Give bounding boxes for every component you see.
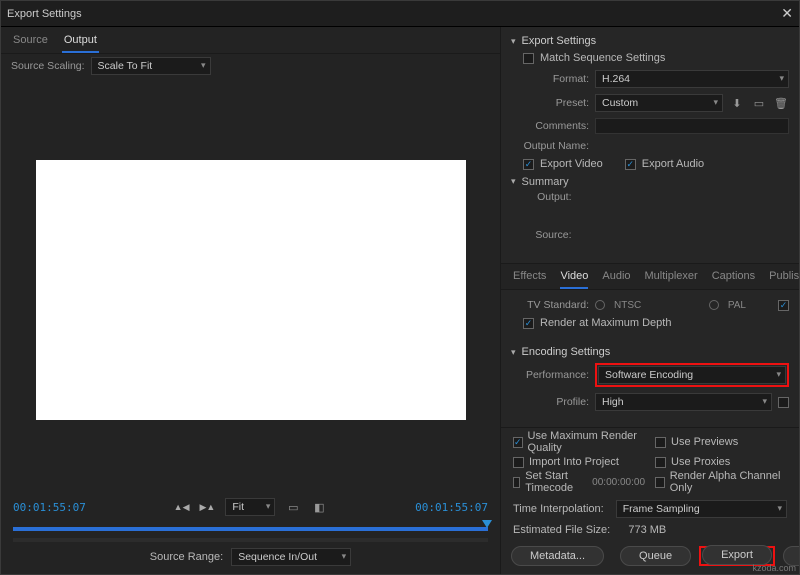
use-previews-checkbox[interactable]	[655, 437, 666, 448]
zoom-fit-dropdown[interactable]: Fit	[225, 498, 275, 516]
source-scaling-dropdown[interactable]: Scale To Fit	[91, 57, 211, 75]
ntsc-radio[interactable]	[595, 300, 605, 310]
timecode-in[interactable]: 00:01:55:07	[13, 501, 86, 514]
timecode-out[interactable]: 00:01:55:07	[415, 501, 488, 514]
summary-output-label: Output:	[522, 191, 572, 203]
tab-multiplexer[interactable]: Multiplexer	[645, 267, 698, 289]
pal-radio[interactable]	[709, 300, 719, 310]
source-scaling-label: Source Scaling:	[11, 60, 85, 72]
encoding-settings-header: Encoding Settings	[522, 346, 611, 358]
summary-label: Summary	[522, 176, 789, 188]
timeline[interactable]	[13, 522, 488, 536]
est-size-label: Estimated File Size:	[513, 524, 610, 536]
use-previews-label: Use Previews	[671, 436, 738, 448]
render-max-depth-label: Render at Maximum Depth	[540, 317, 671, 329]
export-video-checkbox[interactable]	[523, 159, 534, 170]
render-alpha-checkbox[interactable]	[655, 477, 665, 488]
preset-label: Preset:	[511, 97, 589, 109]
match-sequence-label: Match Sequence Settings	[540, 52, 665, 64]
ntsc-label: NTSC	[614, 300, 641, 311]
preset-dropdown[interactable]: Custom	[595, 94, 723, 112]
tab-source[interactable]: Source	[11, 31, 50, 53]
tv-lock-checkbox[interactable]	[778, 300, 789, 311]
use-max-render-label: Use Maximum Render Quality	[528, 430, 645, 454]
metadata-button[interactable]: Metadata...	[511, 546, 604, 566]
profile-dropdown[interactable]: High	[595, 393, 772, 411]
comments-label: Comments:	[511, 120, 589, 132]
tab-effects[interactable]: Effects	[513, 267, 546, 289]
summary-source-label: Source:	[522, 229, 572, 241]
pal-label: PAL	[728, 300, 746, 311]
delete-preset-icon[interactable]: 🗑	[773, 95, 789, 111]
import-project-checkbox[interactable]	[513, 457, 524, 468]
use-proxies-checkbox[interactable]	[655, 457, 666, 468]
est-size-value: 773 MB	[628, 524, 666, 536]
render-max-depth-checkbox[interactable]	[523, 318, 534, 329]
export-video-label: Export Video	[540, 158, 603, 170]
prev-frame-icon[interactable]: ▲◀	[174, 502, 190, 513]
playhead-icon[interactable]	[482, 520, 492, 528]
close-icon[interactable]: ✕	[781, 5, 793, 22]
match-sequence-checkbox[interactable]	[523, 53, 534, 64]
aspect-icon[interactable]: ▭	[285, 499, 301, 515]
next-frame-icon[interactable]: ▶▲	[200, 502, 216, 513]
import-preset-icon[interactable]: ▭	[751, 95, 767, 111]
preview-canvas	[36, 160, 466, 420]
tab-video[interactable]: Video	[560, 267, 588, 289]
set-start-tc-label: Set Start Timecode	[525, 470, 579, 494]
source-range-label: Source Range:	[150, 551, 223, 563]
comments-input[interactable]	[595, 118, 789, 134]
profile-label: Profile:	[511, 396, 589, 408]
watermark: kzoda.com	[752, 563, 796, 573]
performance-dropdown[interactable]: Software Encoding	[598, 366, 786, 384]
crop-icon[interactable]: ◧	[311, 499, 327, 515]
chevron-down-icon[interactable]: ▾	[511, 36, 516, 47]
use-proxies-label: Use Proxies	[671, 456, 730, 468]
source-range-dropdown[interactable]: Sequence In/Out	[231, 548, 351, 566]
time-interp-dropdown[interactable]: Frame Sampling	[616, 500, 787, 518]
output-name-label: Output Name:	[511, 140, 589, 152]
tab-publish[interactable]: Publish	[769, 267, 799, 289]
chevron-down-icon[interactable]: ▾	[511, 347, 516, 358]
tab-audio[interactable]: Audio	[602, 267, 630, 289]
time-interp-label: Time Interpolation:	[513, 503, 604, 515]
use-max-render-checkbox[interactable]	[513, 437, 523, 448]
export-audio-checkbox[interactable]	[625, 159, 636, 170]
format-dropdown[interactable]: H.264	[595, 70, 789, 88]
import-project-label: Import Into Project	[529, 456, 619, 468]
export-button[interactable]: Export	[702, 545, 772, 565]
queue-button[interactable]: Queue	[620, 546, 691, 566]
export-audio-label: Export Audio	[642, 158, 704, 170]
tab-output[interactable]: Output	[62, 31, 99, 53]
start-tc-value: 00:00:00:00	[592, 477, 645, 488]
set-start-tc-checkbox[interactable]	[513, 477, 520, 488]
save-preset-icon[interactable]: ⬇	[729, 95, 745, 111]
render-alpha-label: Render Alpha Channel Only	[670, 470, 787, 494]
profile-lock-checkbox[interactable]	[778, 397, 789, 408]
tv-standard-label: TV Standard:	[511, 299, 589, 311]
dialog-title: Export Settings	[7, 8, 82, 20]
format-label: Format:	[511, 73, 589, 85]
export-settings-header: Export Settings	[522, 35, 597, 47]
performance-label: Performance:	[511, 369, 589, 381]
tab-captions[interactable]: Captions	[712, 267, 755, 289]
chevron-down-icon[interactable]: ▾	[511, 176, 516, 187]
